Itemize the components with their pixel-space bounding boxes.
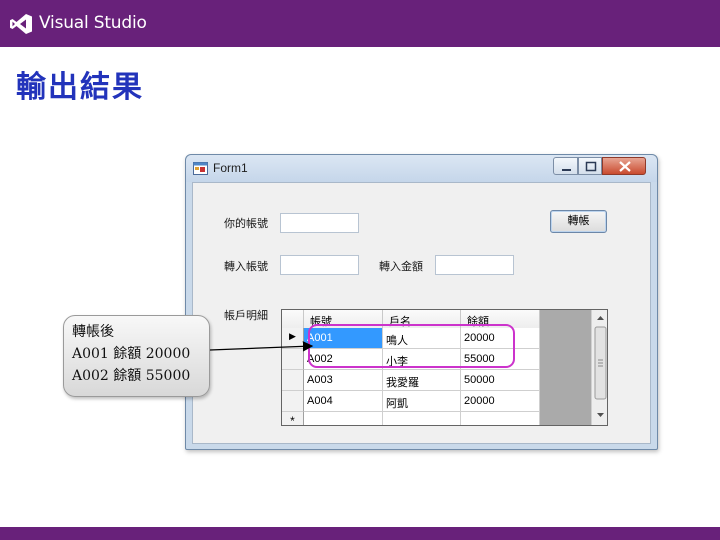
brand-name: Visual Studio	[39, 13, 147, 33]
close-icon	[619, 161, 631, 172]
window-titlebar: Form1	[186, 155, 657, 182]
result-highlight	[308, 324, 515, 368]
slide-title: 輸出結果	[16, 70, 144, 105]
window-title: Form1	[213, 161, 248, 175]
minimize-button[interactable]	[553, 157, 578, 175]
row-marker[interactable]: ▶	[282, 328, 304, 349]
grid-cell[interactable]: A004	[304, 391, 383, 412]
grid-cell[interactable]: 20000	[461, 391, 540, 412]
form-client-area: 你的帳號 轉帳 轉入帳號 轉入金額 帳戶明細 帳號 戶名 餘額 ▶ A001 鳴…	[192, 182, 651, 444]
close-button[interactable]	[602, 157, 646, 175]
footer-bar	[0, 527, 720, 540]
grid-cell[interactable]: 阿凱	[383, 391, 461, 412]
amount-input[interactable]	[435, 255, 514, 275]
target-account-input[interactable]	[280, 255, 359, 275]
maximize-icon	[585, 161, 597, 172]
amount-label: 轉入金額	[379, 260, 423, 273]
brand-bar: Visual Studio	[0, 0, 720, 47]
callout-line: A002 餘額 55000	[72, 368, 191, 384]
grid-vertical-scrollbar[interactable]	[591, 310, 607, 425]
target-account-label: 轉入帳號	[224, 260, 268, 273]
row-marker[interactable]	[282, 391, 304, 412]
row-marker[interactable]	[282, 349, 304, 370]
grid-cell[interactable]: A003	[304, 370, 383, 391]
grid-cell[interactable]: 我愛羅	[383, 370, 461, 391]
visual-studio-logo-icon	[10, 14, 32, 34]
grid-cell[interactable]: 50000	[461, 370, 540, 391]
form-window-icon	[193, 162, 208, 175]
maximize-button[interactable]	[578, 157, 602, 175]
grid-cell[interactable]	[461, 412, 540, 425]
scrollbar-arrows-icon	[594, 316, 607, 417]
account-label: 你的帳號	[224, 217, 268, 230]
account-detail-label: 帳戶明細	[224, 309, 268, 322]
account-input[interactable]	[280, 213, 359, 233]
transfer-button[interactable]: 轉帳	[550, 210, 607, 233]
callout-line: A001 餘額 20000	[72, 346, 191, 362]
row-marker[interactable]	[282, 370, 304, 391]
grid-cell[interactable]	[304, 412, 383, 425]
grid-cell[interactable]	[383, 412, 461, 425]
form-window: Form1 你的帳號 轉帳 轉入帳號 轉入金額 帳戶明細 帳號 戶名 餘額 ▶ …	[185, 154, 658, 450]
minimize-icon	[562, 169, 571, 171]
callout-line: 轉帳後	[72, 324, 114, 340]
result-callout: 轉帳後 A001 餘額 20000 A002 餘額 55000	[63, 315, 210, 397]
row-marker[interactable]: *	[282, 412, 304, 425]
